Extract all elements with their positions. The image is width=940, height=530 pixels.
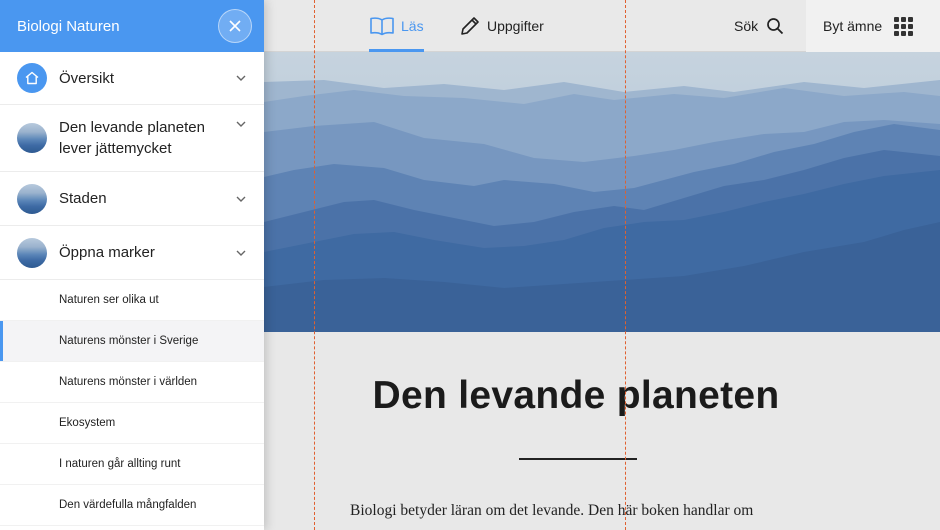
subchapter-item-active[interactable]: Naturens mönster i Sverige xyxy=(0,321,264,362)
subchapter-item[interactable]: Den värdefulla mångfalden xyxy=(0,485,264,526)
guide-line-left xyxy=(314,0,315,530)
hero-image xyxy=(264,52,940,332)
sidebar-menu: Biologi Naturen Översikt Den levande pla… xyxy=(0,0,264,530)
chapter-item-staden[interactable]: Staden xyxy=(0,172,264,226)
change-subject-button[interactable]: Byt ämne xyxy=(806,0,940,52)
chapter-thumbnail xyxy=(17,123,47,153)
subchapter-item[interactable]: Naturen ser olika ut xyxy=(0,280,264,321)
chapter-item-oppna-marker[interactable]: Öppna marker xyxy=(0,226,264,280)
search-icon xyxy=(767,18,784,35)
chapter-thumbnail xyxy=(17,183,47,214)
tab-las[interactable]: Läs xyxy=(369,0,424,52)
chapter-thumbnail xyxy=(17,237,47,268)
change-subject-label: Byt ämne xyxy=(823,18,883,34)
chapter-label: Den levande planeten lever jättemycket xyxy=(59,119,205,157)
tab-label: Läs xyxy=(401,18,424,34)
top-navigation-bar: Läs Uppgifter Sök Byt ämne xyxy=(264,0,940,52)
chevron-down-icon xyxy=(236,250,246,256)
search-label: Sök xyxy=(734,18,759,34)
subchapter-item[interactable]: Naturens mönster i världen xyxy=(0,362,264,403)
intro-paragraph: Biologi betyder läran om det levande. De… xyxy=(350,502,754,519)
sidebar-header: Biologi Naturen xyxy=(0,0,264,52)
chevron-down-icon xyxy=(236,121,246,127)
article-content: Den levande planeten Biologi betyder lär… xyxy=(264,332,940,530)
pencil-icon xyxy=(461,17,479,35)
subchapter-item[interactable]: Ekosystem xyxy=(0,403,264,444)
grid-icon xyxy=(894,16,914,36)
page-title: Den levande planeten xyxy=(372,374,780,417)
book-title: Biologi Naturen xyxy=(17,17,120,35)
home-icon xyxy=(17,63,47,93)
chevron-down-icon xyxy=(236,75,246,81)
book-icon xyxy=(370,17,394,36)
subchapter-item[interactable]: I naturen går allting runt xyxy=(0,444,264,485)
search-button[interactable]: Sök xyxy=(734,0,784,52)
close-icon xyxy=(229,20,241,32)
chapter-item-den-levande-planeten[interactable]: Den levande planeten lever jättemycket xyxy=(0,105,264,172)
tab-uppgifter[interactable]: Uppgifter xyxy=(459,0,544,52)
chapter-label: Öppna marker xyxy=(59,244,155,261)
guide-line-right xyxy=(625,0,626,530)
chapter-label: Översikt xyxy=(59,69,115,87)
chapter-item-oversikt[interactable]: Översikt xyxy=(0,52,264,105)
close-menu-button[interactable] xyxy=(218,9,252,43)
tab-label: Uppgifter xyxy=(487,18,544,34)
chevron-down-icon xyxy=(236,196,246,202)
title-divider xyxy=(519,458,637,460)
chapter-label: Staden xyxy=(59,190,107,207)
